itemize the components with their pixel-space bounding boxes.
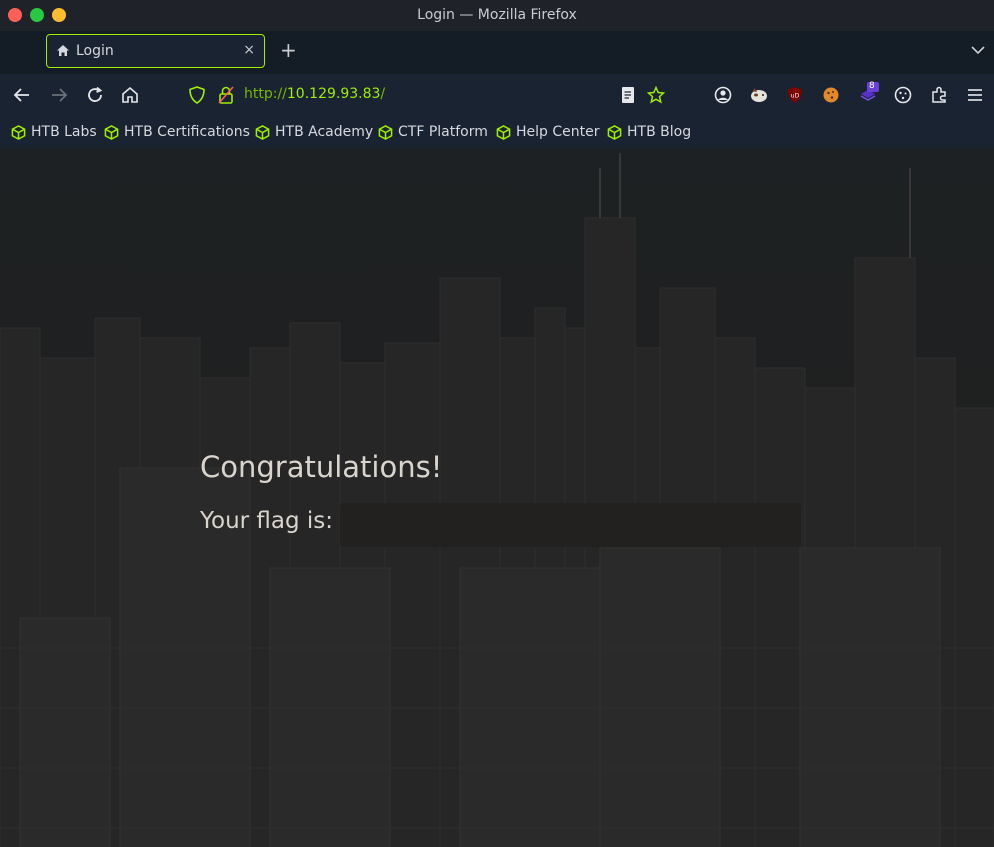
cube-icon [11, 124, 26, 140]
page-content: Congratulations! Your flag is: [0, 148, 994, 847]
home-icon [57, 45, 69, 56]
insecure-lock-icon[interactable] [218, 86, 234, 104]
bookmark-help-center[interactable]: Help Center [496, 122, 600, 142]
cookie-extension-icon[interactable] [822, 86, 840, 104]
account-icon[interactable] [714, 86, 732, 104]
reader-view-icon[interactable] [620, 86, 636, 104]
hamburger-menu-icon[interactable] [966, 86, 984, 104]
cube-icon [496, 124, 511, 140]
navigation-toolbar: http://10.129.93.83/ uD 8 [0, 74, 994, 116]
tab-label: Login [76, 43, 114, 59]
window-titlebar: Login — Mozilla Firefox [0, 0, 994, 31]
new-tab-button[interactable]: + [280, 38, 297, 62]
cube-icon [378, 124, 393, 140]
bookmark-label: HTB Certifications [124, 124, 250, 140]
page-heading: Congratulations! [200, 450, 443, 484]
url-bar[interactable]: http://10.129.93.83/ [244, 86, 385, 102]
url-path: / [380, 86, 386, 102]
url-scheme: http:// [244, 86, 287, 102]
bookmark-star-icon[interactable] [647, 86, 665, 104]
tab-close-button[interactable]: × [243, 42, 255, 58]
home-icon[interactable] [121, 86, 139, 104]
svg-text:uD: uD [791, 93, 800, 100]
city-skyline-background [0, 153, 994, 847]
extension-badge-count: 8 [869, 81, 875, 91]
bookmark-label: HTB Blog [627, 124, 692, 140]
bookmarks-toolbar: HTB Labs HTB Certifications HTB Academy … [0, 116, 994, 148]
window-title: Login — Mozilla Firefox [417, 7, 577, 23]
bookmark-htb-certifications[interactable]: HTB Certifications [104, 122, 250, 142]
bookmark-label: HTB Academy [275, 124, 374, 140]
flag-label: Your flag is: [200, 508, 334, 534]
cube-icon [255, 124, 270, 140]
bookmark-ctf-platform[interactable]: CTF Platform [378, 122, 488, 142]
bookmark-label: CTF Platform [398, 124, 488, 140]
bookmark-label: HTB Labs [31, 124, 97, 140]
cookie-manager-icon[interactable] [894, 86, 912, 104]
tab-strip: Login × + [0, 31, 994, 91]
cube-icon [104, 124, 119, 140]
back-arrow-icon[interactable] [13, 86, 31, 104]
reload-icon[interactable] [86, 86, 104, 104]
extension-dog-icon[interactable] [749, 86, 769, 104]
ublock-origin-icon[interactable]: uD [786, 86, 804, 104]
cube-icon [607, 124, 622, 140]
url-host: 10.129.93.83 [286, 86, 381, 102]
chevron-down-icon[interactable] [970, 45, 986, 55]
tab-login[interactable]: Login × [46, 34, 265, 68]
bookmark-htb-academy[interactable]: HTB Academy [255, 122, 373, 142]
bookmark-htb-blog[interactable]: HTB Blog [607, 122, 691, 142]
extensions-puzzle-icon[interactable] [930, 86, 948, 104]
bookmark-htb-labs[interactable]: HTB Labs [11, 122, 97, 142]
tracking-protection-shield-icon[interactable] [189, 86, 205, 104]
forward-arrow-icon[interactable] [50, 86, 68, 104]
bookmark-label: Help Center [516, 124, 600, 140]
flag-value-box [340, 503, 801, 547]
